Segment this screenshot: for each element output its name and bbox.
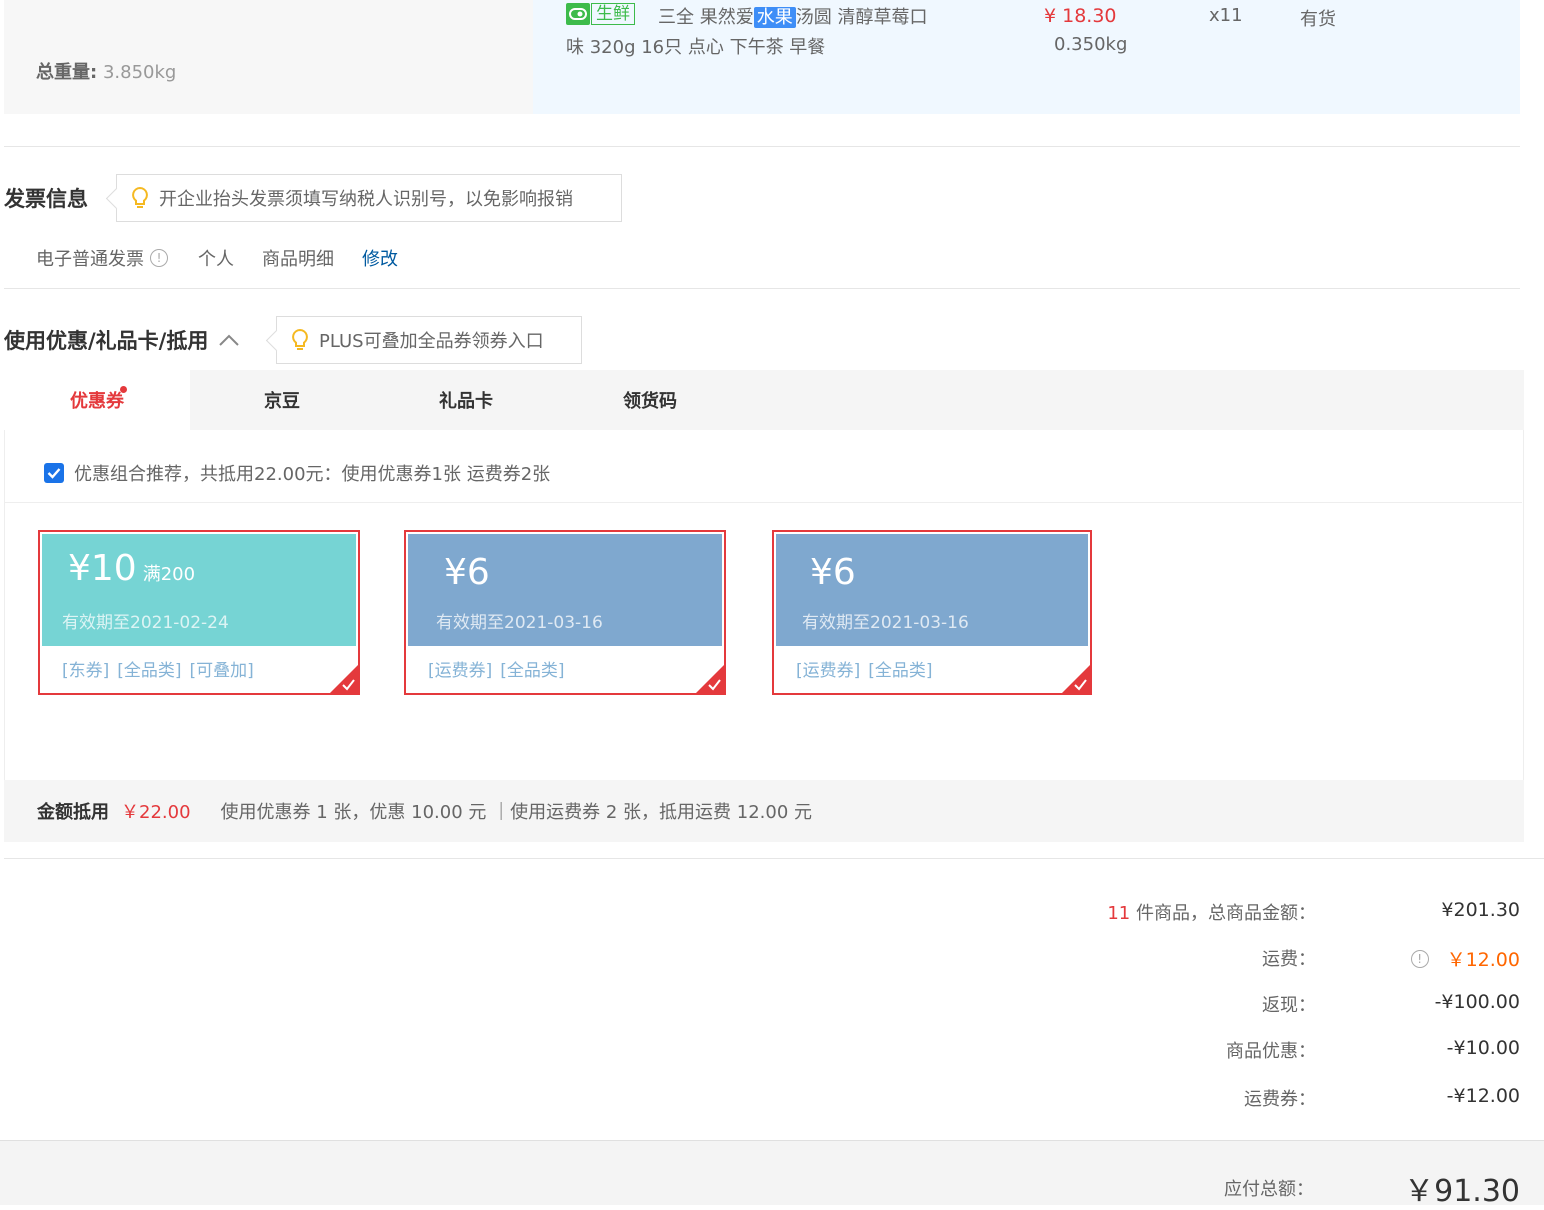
coupon-tags: [运费券] [全品类] (428, 656, 573, 681)
freight-value: ￥12.00 (1446, 949, 1520, 971)
summary-detail: 使用优惠券 1 张，优惠 10.00 元 ｜使用运费券 2 张，抵用运费 12.… (220, 802, 812, 823)
freight-coupon-label: 运费券： (1244, 1089, 1316, 1110)
divider (4, 146, 1520, 147)
tab-gift-card-label[interactable]: 礼品卡 (439, 387, 493, 413)
bulb-icon (132, 186, 148, 208)
coupon-tag: [运费券] (796, 661, 861, 681)
bulb-icon (292, 328, 308, 350)
shipping-summary (4, 0, 533, 114)
payable-value: ￥91.30 (1404, 1174, 1520, 1209)
discount-tabs: 优惠券 京豆 礼品卡 领货码 (4, 370, 1524, 430)
chevron-up-icon[interactable] (218, 333, 240, 347)
divider (4, 288, 1520, 289)
goods-discount-value: -¥10.00 (1446, 1037, 1520, 1059)
cashback-value: -¥100.00 (1434, 991, 1520, 1013)
info-icon[interactable]: ! (1410, 949, 1429, 968)
selected-check-icon (330, 665, 358, 693)
combo-checkbox[interactable] (44, 463, 64, 483)
total-weight: 总重量: 3.850kg (36, 58, 176, 84)
invoice-title: 发票信息 (4, 187, 88, 211)
tab-jingdou[interactable]: 京豆 (190, 370, 374, 430)
plus-tip[interactable]: PLUS可叠加全品券领券入口 (276, 316, 582, 364)
coupon-header: ¥10 满200 有效期至2021-02-24 (42, 534, 356, 646)
invoice-tip-text: 开企业抬头发票须填写纳税人识别号，以免影响报销 (159, 189, 573, 210)
coupon-card[interactable]: ¥6 有效期至2021-03-16 [运费券] [全品类] (772, 530, 1092, 695)
coupon-amount: ¥10 满200 (68, 548, 195, 589)
product-stock: 有货 (1300, 9, 1336, 30)
freight-label: 运费： (1262, 949, 1316, 970)
product-name-highlight[interactable]: 水果 (753, 7, 796, 28)
tab-jingdou-label[interactable]: 京豆 (264, 387, 300, 413)
product-name[interactable]: 三全 果然爱 水果 汤圆 清醇草莓口 (658, 3, 927, 29)
invoice-edit-link[interactable]: 修改 (362, 245, 398, 271)
fresh-tag-text: 生鲜 (591, 3, 635, 25)
invoice-type: 电子普通发票 (36, 249, 144, 270)
coupon-tag: [全品类] (500, 661, 565, 681)
coupon-tag: [东券] (62, 661, 110, 681)
coupon-tags: [运费券] [全品类] (796, 656, 941, 681)
item-count: 11 (1107, 903, 1131, 924)
selected-check-icon (696, 665, 724, 693)
weight-label: 总重量: (36, 62, 98, 83)
plus-tip-text[interactable]: PLUS可叠加全品券领券入口 (319, 327, 544, 353)
fresh-icon (566, 3, 590, 25)
payable-label: 应付总额： (1224, 1179, 1314, 1200)
coupon-condition: 满200 (142, 564, 196, 585)
goods-total-value: ¥201.30 (1441, 899, 1520, 921)
freight-value-group: ! ￥12.00 (1405, 945, 1520, 972)
coupon-header: ¥6 有效期至2021-03-16 (776, 534, 1088, 646)
coupon-tag: [全品类] (117, 661, 182, 681)
selected-check-icon (1062, 665, 1090, 693)
coupon-expiry: 有效期至2021-02-24 (62, 613, 229, 633)
combo-text: 优惠组合推荐，共抵用22.00元：使用优惠券1张 运费券2张 (74, 464, 551, 485)
summary-label: 金额抵用 (37, 802, 109, 823)
discount-title: 使用优惠/礼品卡/抵用 (4, 329, 209, 353)
product-name-pre[interactable]: 三全 果然爱 (658, 7, 754, 28)
cashback-label: 返现： (1262, 995, 1316, 1016)
product-name-post[interactable]: 汤圆 清醇草莓口 (796, 7, 928, 28)
info-icon[interactable]: ! (150, 249, 168, 267)
coupon-amount-value: ¥10 (68, 548, 137, 589)
coupon-amount-value: ¥6 (810, 552, 856, 593)
product-quantity: x11 (1209, 5, 1243, 26)
coupon-amount: ¥6 (810, 552, 856, 593)
tab-coupons[interactable]: 优惠券 (4, 370, 190, 430)
invoice-content: 商品明细 (262, 249, 334, 270)
invoice-details: 电子普通发票 ! 个人 商品明细 修改 (36, 245, 398, 271)
coupon-tag: [运费券] (428, 661, 493, 681)
freight-coupon-value: -¥12.00 (1446, 1085, 1520, 1107)
coupon-amount: ¥6 (444, 552, 490, 593)
coupon-card[interactable]: ¥6 有效期至2021-03-16 [运费券] [全品类] (404, 530, 726, 695)
coupon-card[interactable]: ¥10 满200 有效期至2021-02-24 [东券] [全品类] [可叠加] (38, 530, 360, 695)
coupon-header: ¥6 有效期至2021-03-16 (408, 534, 722, 646)
fresh-badge: 生鲜 (566, 2, 635, 26)
coupon-expiry: 有效期至2021-03-16 (436, 613, 603, 633)
product-price: ¥ 18.30 (1044, 5, 1117, 27)
weight-value: 3.850kg (102, 62, 177, 83)
goods-label-text: 件商品，总商品金额： (1130, 903, 1316, 924)
product-name-line2[interactable]: 味 320g 16只 点心 下午茶 早餐 (566, 33, 825, 59)
divider (5, 502, 1522, 503)
tab-redeem-code-label[interactable]: 领货码 (623, 387, 677, 413)
tab-redeem-code[interactable]: 领货码 (558, 370, 742, 430)
coupon-expiry: 有效期至2021-03-16 (802, 613, 969, 633)
notification-dot (120, 386, 127, 393)
invoice-tip: 开企业抬头发票须填写纳税人识别号，以免影响报销 (116, 174, 622, 222)
summary-amount: ￥22.00 (121, 802, 191, 823)
goods-total-label: 11 件商品，总商品金额： (1107, 899, 1316, 925)
discount-summary: 金额抵用 ￥22.00 使用优惠券 1 张，优惠 10.00 元 ｜使用运费券 … (4, 780, 1524, 842)
discount-section-toggle[interactable]: 使用优惠/礼品卡/抵用 (4, 325, 240, 355)
coupon-tag: [可叠加] (189, 661, 254, 681)
product-weight: 0.350kg (1054, 34, 1128, 55)
divider (4, 858, 1544, 859)
coupon-tag: [全品类] (868, 661, 933, 681)
coupon-tags: [东券] [全品类] [可叠加] (62, 656, 262, 681)
goods-discount-label: 商品优惠： (1226, 1041, 1316, 1062)
tab-gift-card[interactable]: 礼品卡 (374, 370, 558, 430)
coupon-amount-value: ¥6 (444, 552, 490, 593)
combo-recommendation[interactable]: 优惠组合推荐，共抵用22.00元：使用优惠券1张 运费券2张 (44, 460, 550, 486)
tab-coupons-label[interactable]: 优惠券 (70, 387, 124, 413)
invoice-holder: 个人 (198, 249, 234, 270)
